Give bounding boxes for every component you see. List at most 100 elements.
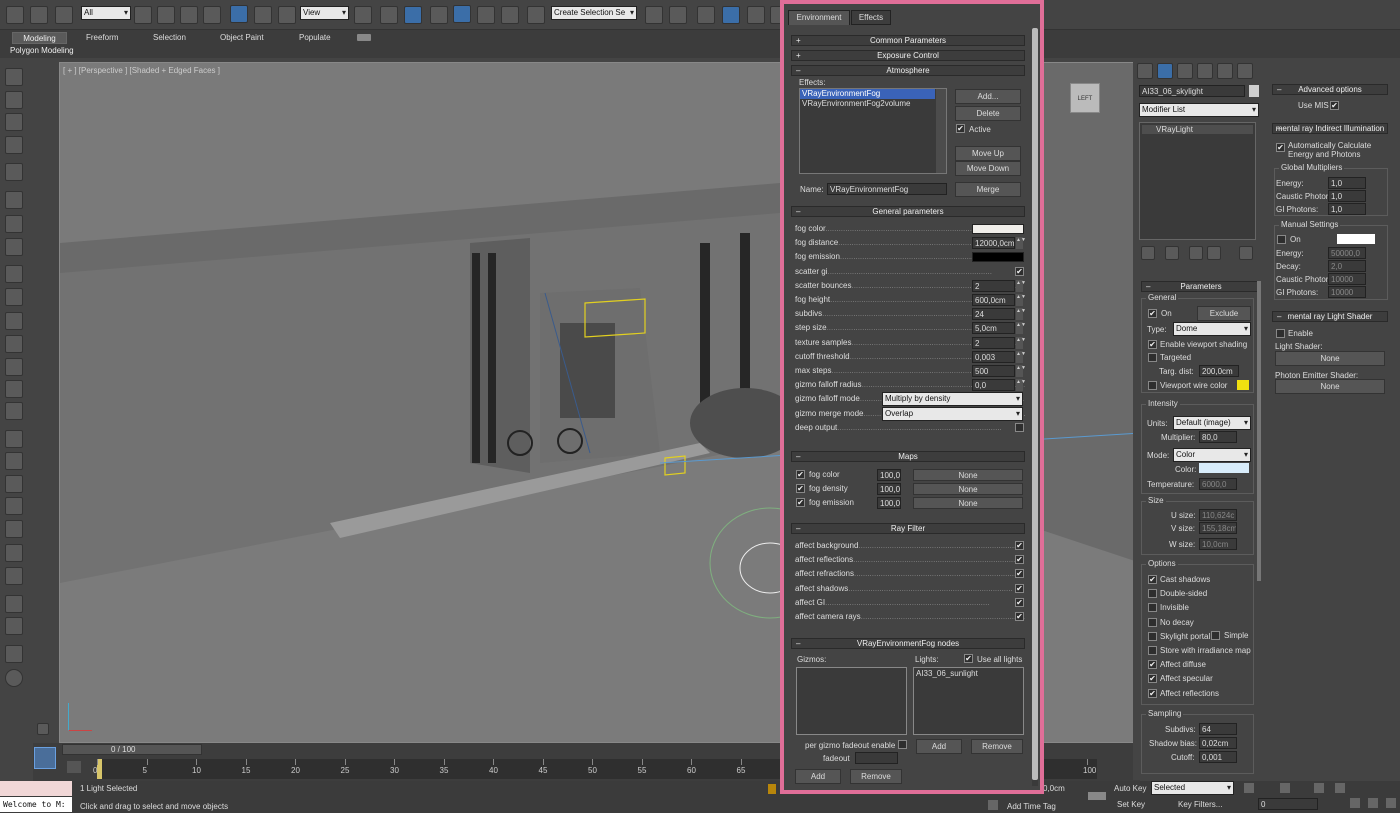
clipboard-icon[interactable] <box>5 645 23 663</box>
caustic-field[interactable]: 1,0 <box>1328 190 1366 202</box>
manual-color-swatch[interactable] <box>1337 234 1375 244</box>
scatter-bounces-spinner[interactable]: ▲▼ <box>1016 279 1026 292</box>
tab-effects[interactable]: Effects <box>851 10 891 25</box>
spot-light-icon[interactable] <box>5 191 23 209</box>
add-time-tag[interactable]: Add Time Tag <box>1007 802 1056 811</box>
merge-button[interactable]: Merge <box>955 182 1021 197</box>
tab-selection[interactable]: Selection <box>153 33 186 42</box>
option-cast-shadows-checkbox[interactable]: ✔ <box>1148 575 1157 584</box>
option-store-with-irradiance-map-checkbox[interactable] <box>1148 646 1157 655</box>
light-bulb-icon[interactable] <box>5 163 23 181</box>
delete-effect-button[interactable]: Delete <box>955 106 1021 121</box>
add-light-button[interactable]: Add <box>916 739 962 754</box>
option-invisible-checkbox[interactable] <box>1148 603 1157 613</box>
rollout-fog-nodes[interactable]: – VRayEnvironmentFog nodes <box>791 638 1025 649</box>
create-tab-icon[interactable] <box>1137 63 1153 79</box>
move-icon[interactable] <box>230 5 248 23</box>
key-icon[interactable] <box>1088 792 1106 800</box>
select-by-name-icon[interactable] <box>157 6 175 24</box>
tool-icon[interactable] <box>5 617 23 635</box>
angle-snap-icon[interactable] <box>453 5 471 23</box>
bind-spacewarp-icon[interactable] <box>55 6 73 24</box>
fog-emission-swatch[interactable] <box>972 252 1024 263</box>
viewcube[interactable]: LEFT <box>1070 83 1100 113</box>
tab-freeform[interactable]: Freeform <box>86 33 118 42</box>
light-subdivs-field[interactable]: 64 <box>1199 723 1237 735</box>
sphere-light-icon[interactable] <box>5 312 23 330</box>
fog-height-spinner[interactable]: ▲▼ <box>1016 294 1026 306</box>
spinner-snap-icon[interactable] <box>501 6 519 24</box>
pin-stack-icon[interactable] <box>1141 246 1155 260</box>
viewport-wire-color-checkbox[interactable] <box>1148 381 1157 390</box>
option-no-decay-checkbox[interactable] <box>1148 617 1157 627</box>
multiplier-field[interactable]: 80,0 <box>1199 431 1237 443</box>
scale-icon[interactable] <box>278 6 296 24</box>
rollout-advanced-options[interactable]: – Advanced options <box>1272 84 1388 95</box>
temperature-field[interactable]: 6000,0 <box>1199 478 1237 490</box>
photon-emitter-button[interactable]: None <box>1275 379 1385 394</box>
option-affect-reflections-checkbox[interactable]: ✔ <box>1148 688 1157 698</box>
add-time-tag-icon[interactable] <box>988 800 998 810</box>
goto-end-icon[interactable] <box>1314 783 1324 793</box>
rollout-maps[interactable]: – Maps <box>791 451 1025 462</box>
manual-energy-field[interactable]: 50000,0 <box>1328 247 1366 259</box>
targeted-checkbox[interactable] <box>1148 353 1157 362</box>
subdivs-spinner[interactable]: ▲▼ <box>1016 308 1026 321</box>
keyboard-shortcut-icon[interactable] <box>404 6 422 24</box>
make-unique-icon[interactable] <box>1189 246 1203 260</box>
simple-checkbox[interactable] <box>1211 631 1220 640</box>
snap-toggle-icon[interactable] <box>430 6 448 24</box>
hair-icon[interactable] <box>5 544 23 562</box>
light-shader-button[interactable]: None <box>1275 351 1385 366</box>
rollout-mr-light-shader[interactable]: – mental ray Light Shader <box>1272 311 1388 322</box>
manual-caustic-field[interactable]: 10000 <box>1328 273 1366 285</box>
show-end-result-icon[interactable] <box>1165 246 1179 260</box>
rect-region-icon[interactable] <box>180 6 198 24</box>
dome-icon[interactable] <box>5 288 23 306</box>
map-fog-color-checkbox[interactable]: ✔ <box>796 470 805 479</box>
trackbar-icon[interactable] <box>67 761 81 773</box>
rayfilter-affect-reflections-checkbox[interactable]: ✔ <box>1015 555 1024 565</box>
mode-dropdown[interactable]: Color <box>1173 448 1251 462</box>
rayfilter-affect-refractions-checkbox[interactable]: ✔ <box>1015 569 1024 579</box>
plant-icon[interactable] <box>5 520 23 538</box>
modify-tab-icon[interactable] <box>1157 63 1173 79</box>
tab-populate[interactable]: Populate <box>299 33 331 42</box>
manual-on-checkbox[interactable] <box>1277 235 1286 244</box>
tab-environment[interactable]: Environment <box>788 10 850 25</box>
play-icon[interactable] <box>1280 783 1290 793</box>
energy-field[interactable]: 1,0 <box>1328 177 1366 189</box>
fog-distance-field[interactable]: 12000,0cm <box>972 237 1015 250</box>
rollout-atmosphere[interactable]: – Atmosphere <box>791 65 1025 76</box>
object-color-swatch[interactable] <box>1249 85 1259 97</box>
type-dropdown[interactable]: Dome <box>1173 322 1251 336</box>
render-setup-icon[interactable] <box>5 91 23 109</box>
plane-icon[interactable] <box>5 265 23 283</box>
map-fog-color-amount[interactable]: 100,0 <box>877 469 901 481</box>
named-selection-dropdown[interactable]: Create Selection Se <box>551 6 637 20</box>
effects-list-scrollbar[interactable] <box>936 89 946 173</box>
targ-dist-field[interactable]: 200,0cm <box>1199 365 1239 377</box>
add-gizmo-button[interactable]: Add <box>795 769 841 784</box>
time-slider[interactable]: 0 / 100 <box>62 744 202 755</box>
reference-coord-dropdown[interactable]: View <box>300 6 349 20</box>
scatter-gi-checkbox[interactable]: ✔ <box>1015 266 1024 276</box>
gizmo-falloff-radius-field[interactable]: 0,0 <box>972 379 1015 392</box>
rendered-frame-icon[interactable] <box>5 136 23 154</box>
texture-samples-field[interactable]: 2 <box>972 336 1015 349</box>
particles-icon[interactable] <box>5 430 23 448</box>
configure-sets-icon[interactable] <box>1239 246 1253 260</box>
maximize-icon[interactable] <box>1386 798 1396 808</box>
light-color-swatch[interactable] <box>1199 463 1249 473</box>
gizmo-falloff-mode-dropdown[interactable]: Multiply by density <box>882 392 1023 407</box>
render-frame-icon[interactable] <box>5 113 23 131</box>
sun-icon[interactable] <box>5 380 23 398</box>
hierarchy-tab-icon[interactable] <box>1177 63 1193 79</box>
effects-item-fog[interactable]: VRayEnvironmentFog <box>800 89 935 99</box>
fadeout-field[interactable] <box>855 752 898 764</box>
help-icon[interactable] <box>5 669 23 687</box>
maxscript-mini[interactable]: Welcome to M: <box>0 797 72 812</box>
gi-photons-field[interactable]: 1,0 <box>1328 203 1366 215</box>
proxy-icon[interactable] <box>5 475 23 493</box>
u-size-field[interactable]: 110,624c <box>1199 509 1237 521</box>
